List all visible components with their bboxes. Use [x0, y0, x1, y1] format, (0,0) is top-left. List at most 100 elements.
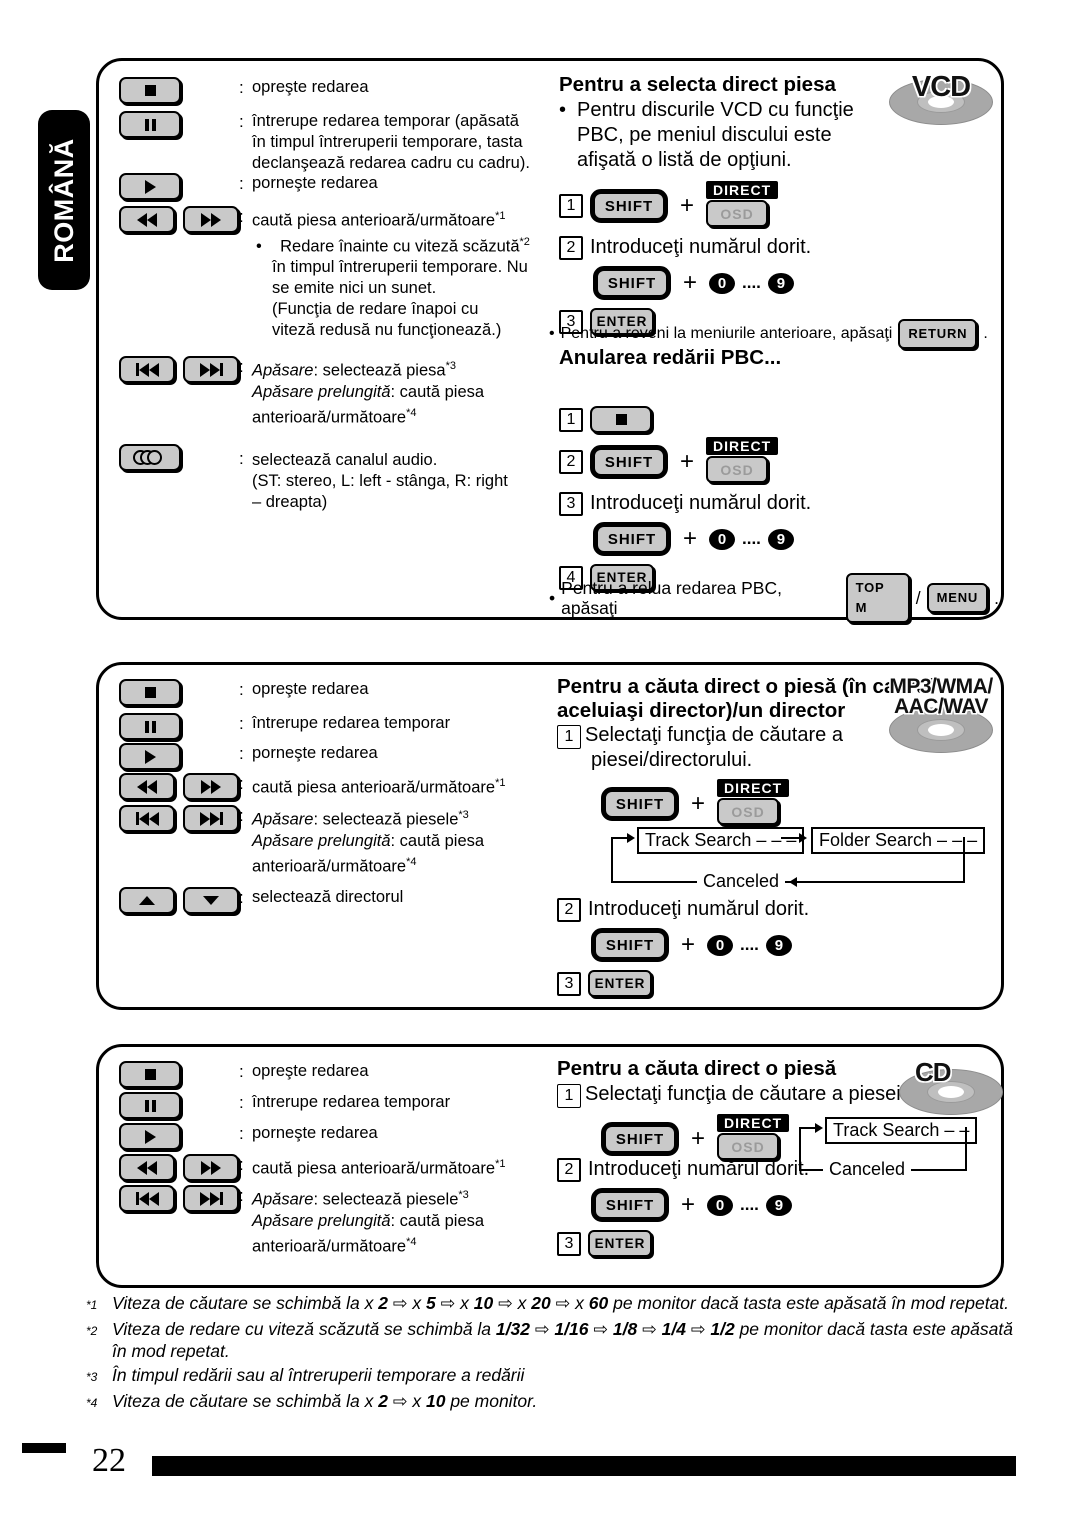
- pause-icon[interactable]: [119, 111, 181, 138]
- stop-icon[interactable]: [119, 77, 181, 104]
- footnote-ref: *1: [495, 1158, 506, 1170]
- shift-digits-row: SHIFT + 0 .... 9: [591, 1188, 809, 1222]
- fast-forward-icon[interactable]: [183, 1154, 239, 1181]
- control-description: Apăsare: selectează piesele*3 Apăsare pr…: [252, 1185, 484, 1257]
- direct-osd-group: DIRECT OSD: [706, 181, 779, 227]
- enter-key[interactable]: ENTER: [588, 970, 652, 997]
- step-number: 3: [557, 1231, 581, 1256]
- shift-key[interactable]: SHIFT: [593, 522, 671, 556]
- osd-key[interactable]: OSD: [717, 1133, 780, 1160]
- fast-forward-icon[interactable]: [183, 206, 239, 233]
- language-tab: ROMÂNĂ: [38, 110, 90, 290]
- shift-key[interactable]: SHIFT: [601, 787, 679, 821]
- osd-key[interactable]: OSD: [706, 200, 769, 227]
- rewind-icon[interactable]: [119, 773, 175, 800]
- footnote-ref: *2: [519, 235, 530, 248]
- rewind-icon[interactable]: [119, 1154, 175, 1181]
- step-text: Introduceţi numărul dorit.: [588, 1158, 810, 1180]
- desc-text: caută piesa anterioară/următoare: [252, 778, 496, 797]
- plus-sign: +: [683, 525, 698, 552]
- previous-track-icon[interactable]: [119, 805, 175, 832]
- footnote-ref: *3: [458, 1189, 469, 1201]
- pause-icon[interactable]: [119, 1092, 181, 1119]
- desc-line: (ST: stereo, L: left - stânga, R: right: [252, 472, 508, 490]
- previous-track-icon[interactable]: [119, 356, 175, 383]
- osd-key[interactable]: OSD: [717, 798, 780, 825]
- control-description: selectează canalul audio. (ST: stereo, L…: [252, 444, 508, 513]
- digit-key-9[interactable]: 9: [765, 934, 792, 956]
- digit-key-0[interactable]: 0: [707, 1194, 734, 1216]
- plus-sign: +: [683, 269, 698, 296]
- footnote-text: Viteza de redare cu viteză scăzută se sc…: [112, 1319, 1013, 1361]
- fast-forward-icon[interactable]: [183, 773, 239, 800]
- digit-key-0[interactable]: 0: [709, 272, 736, 294]
- digit-key-9[interactable]: 9: [767, 528, 794, 550]
- osd-key[interactable]: OSD: [706, 456, 769, 483]
- step-line: Selectaţi funcţia de căutare a: [585, 724, 843, 746]
- digit-key-9[interactable]: 9: [767, 272, 794, 294]
- control-description: întrerupe redarea temporar (apăsată în t…: [252, 111, 530, 174]
- control-description: caută piesa anterioară/următoare*1: [252, 773, 505, 799]
- control-row-play: : porneşte redarea: [119, 173, 378, 200]
- stop-icon[interactable]: [590, 406, 652, 433]
- desc-text: : selectează piesele: [313, 1190, 459, 1209]
- shift-key[interactable]: SHIFT: [590, 189, 668, 223]
- step-number: 2: [559, 450, 583, 474]
- key-group: [119, 444, 239, 471]
- shift-key[interactable]: SHIFT: [591, 1188, 669, 1222]
- plus-sign: +: [680, 192, 695, 219]
- panel-mp3: : opreşte redarea : întrerupe redarea te…: [96, 662, 1004, 1010]
- top-menu-key[interactable]: TOP M: [845, 573, 910, 623]
- control-row-stop: : opreşte redarea: [119, 77, 369, 104]
- play-icon[interactable]: [119, 173, 181, 200]
- rewind-icon[interactable]: [119, 206, 175, 233]
- step-text: Selectaţi funcţia de căutare a piesei.: [585, 1083, 907, 1105]
- desc-emphasis: Apăsare: [252, 1190, 314, 1209]
- digit-key-0[interactable]: 0: [707, 934, 734, 956]
- folder-up-icon[interactable]: [119, 887, 175, 914]
- shift-key[interactable]: SHIFT: [593, 266, 671, 300]
- bullet-dot: •: [549, 588, 556, 608]
- key-group: [119, 111, 239, 138]
- desc-line: anterioară/următoare*4: [252, 403, 484, 429]
- shift-key[interactable]: SHIFT: [590, 445, 668, 479]
- next-track-icon[interactable]: [183, 1185, 239, 1212]
- footnote-text: Viteza de căutare se schimbă la x 2 ⇨ x …: [112, 1293, 1010, 1313]
- flow-arrow: [799, 833, 807, 843]
- colon-separator: :: [239, 1093, 244, 1112]
- stop-icon[interactable]: [119, 679, 181, 706]
- next-track-icon[interactable]: [183, 356, 239, 383]
- footnote-ref: *3: [458, 809, 469, 821]
- folder-down-icon[interactable]: [183, 887, 239, 914]
- footnote-text: Viteza de căutare se schimbă la x 2 ⇨ x …: [112, 1391, 538, 1411]
- audio-channel-icon[interactable]: [119, 444, 181, 471]
- enter-key[interactable]: ENTER: [588, 1230, 652, 1257]
- next-track-icon[interactable]: [183, 805, 239, 832]
- shift-key[interactable]: SHIFT: [601, 1122, 679, 1156]
- bullet-line: PBC, pe meniul discului este: [577, 124, 832, 146]
- footnote: *3 În timpul redării sau al întreruperii…: [86, 1364, 1016, 1388]
- flow-arrow: [627, 833, 635, 843]
- vcd-disc-logo: VCD: [889, 71, 993, 125]
- digit-key-0[interactable]: 0: [709, 528, 736, 550]
- shift-direct-row: SHIFT + DIRECT OSD: [601, 779, 977, 825]
- play-icon[interactable]: [119, 1123, 181, 1150]
- menu-key[interactable]: MENU: [926, 583, 989, 613]
- step-2: 2 Introduceţi numărul dorit.: [559, 235, 919, 260]
- disc-logo-label: VCD: [911, 71, 971, 103]
- step-number: 1: [557, 725, 581, 749]
- colon-separator: :: [239, 1186, 244, 1205]
- play-icon[interactable]: [119, 743, 181, 770]
- return-key[interactable]: RETURN: [898, 319, 978, 349]
- stop-icon[interactable]: [119, 1061, 181, 1088]
- shift-key[interactable]: SHIFT: [591, 928, 669, 962]
- desc-emphasis: Apăsare prelungită: [252, 831, 391, 850]
- digit-key-9[interactable]: 9: [765, 1194, 792, 1216]
- pause-icon[interactable]: [119, 713, 181, 740]
- colon-separator: :: [239, 1124, 244, 1143]
- previous-track-icon[interactable]: [119, 1185, 175, 1212]
- desc-line: în timpul întreruperii temporare, tasta: [252, 133, 523, 151]
- colon-separator: :: [239, 1062, 244, 1081]
- step-number: 1: [559, 407, 583, 432]
- digit-range-dots: ....: [740, 935, 759, 954]
